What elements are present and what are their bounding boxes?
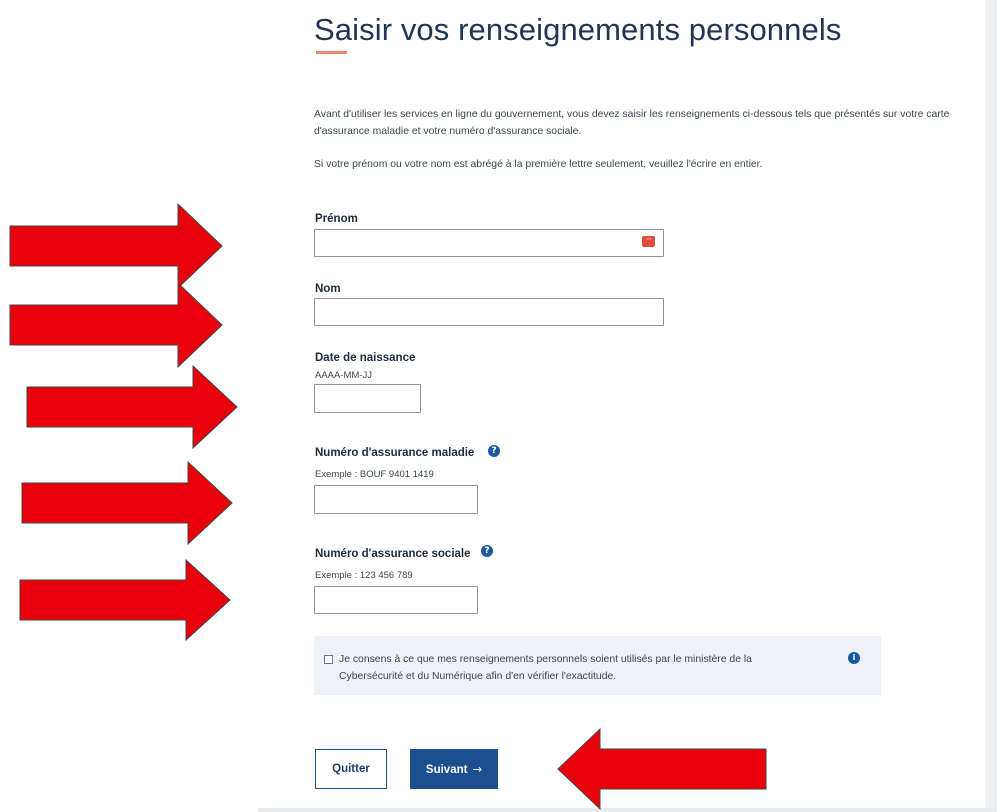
info-circle-icon[interactable]: i	[848, 652, 860, 664]
birth-date-input[interactable]	[314, 384, 421, 413]
quit-button-label: Quitter	[332, 763, 370, 775]
birth-date-label: Date de naissance	[315, 352, 416, 364]
annotation-arrow-health-insurance	[21, 460, 233, 546]
annotation-arrow-social-insurance	[19, 558, 231, 642]
page-title: Saisir vos renseignements personnels	[314, 12, 842, 47]
arrow-right-icon: →	[472, 762, 483, 776]
first-name-label: Prénom	[315, 213, 358, 225]
next-button[interactable]: Suivant →	[410, 749, 498, 789]
annotation-arrow-next-button	[557, 727, 767, 811]
password-manager-icon[interactable]: ···	[642, 236, 655, 247]
health-insurance-hint: Exemple : BOUF 9401 1419	[315, 469, 434, 480]
social-insurance-label: Numéro d'assurance sociale	[315, 548, 471, 560]
last-name-input[interactable]	[314, 298, 664, 326]
last-name-label: Nom	[315, 283, 341, 295]
first-name-input[interactable]	[314, 229, 664, 257]
scrollbar-track[interactable]	[985, 0, 997, 812]
annotation-arrow-birth-date	[26, 364, 238, 450]
title-underline	[316, 51, 347, 54]
next-button-label: Suivant	[425, 764, 468, 776]
question-circle-icon[interactable]: ?	[488, 445, 500, 457]
annotation-arrow-first-name	[9, 202, 223, 290]
health-insurance-input[interactable]	[314, 485, 478, 514]
consent-text[interactable]: Je consens à ce que mes renseignements p…	[339, 651, 809, 685]
abbreviation-note: Si votre prénom ou votre nom est abrégé …	[314, 159, 763, 170]
annotation-arrow-last-name	[9, 281, 223, 369]
quit-button[interactable]: Quitter	[315, 749, 387, 789]
birth-date-hint: AAAA-MM-JJ	[315, 370, 372, 381]
health-insurance-label: Numéro d'assurance maladie	[315, 447, 475, 459]
social-insurance-input[interactable]	[314, 586, 478, 614]
question-circle-icon[interactable]: ?	[481, 545, 493, 557]
social-insurance-hint: Exemple : 123 456 789	[315, 570, 413, 581]
consent-checkbox[interactable]	[324, 655, 333, 664]
page: Saisir vos renseignements personnels Ava…	[0, 0, 997, 812]
intro-text: Avant d'utiliser les services en ligne d…	[314, 109, 950, 137]
